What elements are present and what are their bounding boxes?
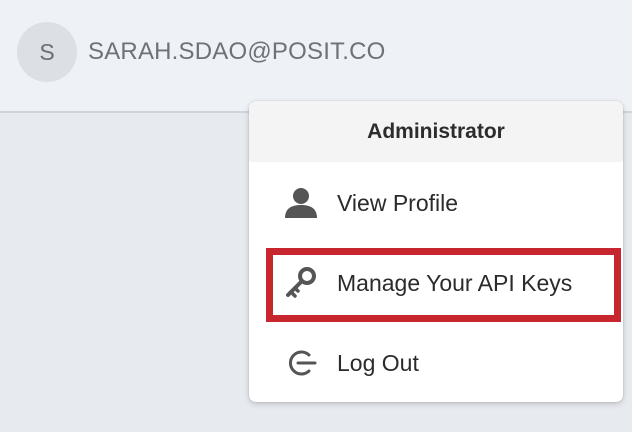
user-email: SARAH.SDAO@POSIT.CO bbox=[88, 38, 386, 65]
avatar: S bbox=[17, 22, 77, 82]
menu-item-view-profile[interactable]: View Profile bbox=[249, 173, 623, 233]
user-dropdown-menu: Administrator View Profile Manage Your A… bbox=[249, 101, 623, 402]
user-menu-button[interactable]: S SARAH.SDAO@POSIT.CO bbox=[17, 22, 386, 82]
menu-item-log-out[interactable]: Log Out bbox=[249, 333, 623, 393]
key-icon bbox=[283, 265, 319, 301]
menu-item-label: Manage Your API Keys bbox=[337, 269, 573, 296]
menu-item-label: View Profile bbox=[337, 189, 459, 216]
menu-item-manage-api-keys[interactable]: Manage Your API Keys bbox=[249, 253, 623, 313]
top-header: S SARAH.SDAO@POSIT.CO bbox=[0, 0, 632, 113]
user-icon bbox=[283, 185, 319, 221]
logout-icon bbox=[283, 345, 319, 381]
menu-item-label: Log Out bbox=[337, 349, 419, 376]
dropdown-role-header: Administrator bbox=[249, 101, 623, 162]
